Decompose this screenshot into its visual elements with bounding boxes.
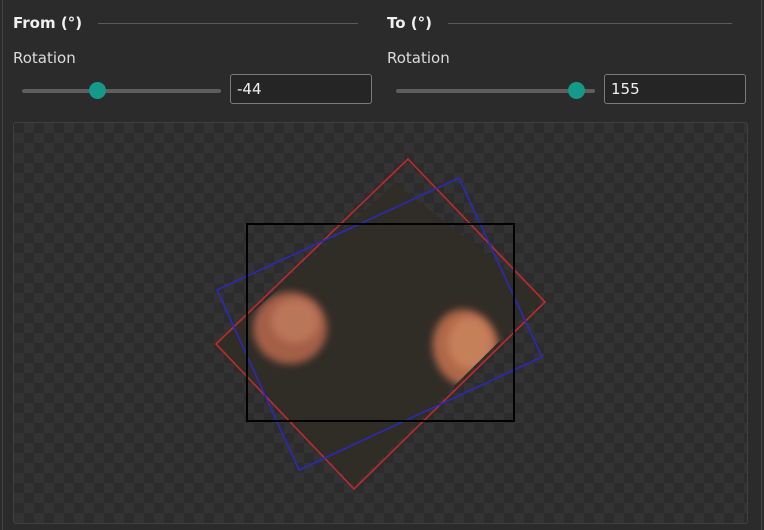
preview-photo — [218, 183, 543, 485]
to-rotation-input[interactable] — [604, 74, 746, 104]
to-rotation-slider[interactable] — [396, 89, 595, 93]
from-rotation-slider[interactable] — [22, 89, 221, 93]
panel-border-left — [2, 0, 3, 530]
from-rotation-input[interactable] — [230, 74, 372, 104]
to-rotation-label: Rotation — [387, 49, 450, 67]
panel-border-right — [761, 0, 762, 530]
to-group-divider — [447, 22, 732, 24]
to-group-title: To (°) — [387, 14, 432, 32]
to-rotation-slider-handle[interactable] — [568, 82, 585, 99]
from-group-header: From (°) — [13, 12, 358, 34]
rotation-preview-canvas — [13, 122, 748, 524]
rotation-preview-drawing — [214, 157, 547, 491]
rotation-panel: From (°) Rotation To (°) Rotation — [0, 0, 764, 530]
from-group-divider — [98, 22, 358, 24]
to-group-header: To (°) — [387, 12, 732, 34]
from-rotation-label: Rotation — [13, 49, 76, 67]
from-rotation-slider-handle[interactable] — [89, 82, 106, 99]
from-group-title: From (°) — [13, 14, 83, 32]
